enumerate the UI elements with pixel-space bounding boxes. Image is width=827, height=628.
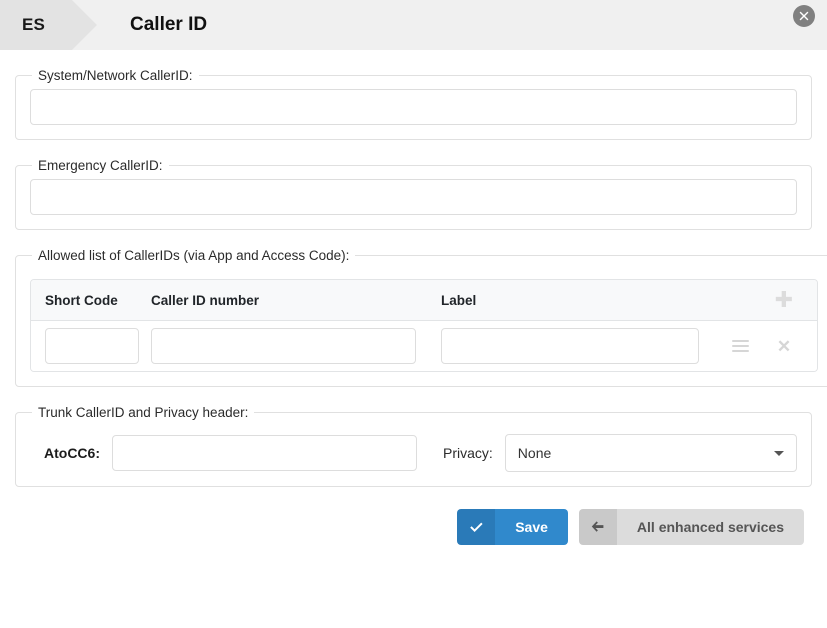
allowed-callerids-table: Short Code Caller ID number Label ✚ ✕ xyxy=(30,279,818,372)
all-enhanced-services-label: All enhanced services xyxy=(616,509,804,545)
cell-row-actions: ✕ xyxy=(699,337,809,355)
system-network-callerid-legend: System/Network CallerID: xyxy=(38,68,193,83)
save-button-label: Save xyxy=(495,509,568,545)
cell-label xyxy=(441,328,699,364)
page-content: System/Network CallerID: Emergency Calle… xyxy=(0,68,827,545)
column-header-actions: ✚ xyxy=(699,289,809,311)
cell-short-code xyxy=(31,328,151,364)
close-x-icon[interactable]: ✕ xyxy=(775,337,793,355)
table-header-row: Short Code Caller ID number Label ✚ xyxy=(31,280,817,321)
save-button[interactable]: Save xyxy=(457,509,568,545)
trunk-callerid-privacy-legend: Trunk CallerID and Privacy header: xyxy=(38,405,249,420)
trunk-callerid-privacy-group: Trunk CallerID and Privacy header: AtoCC… xyxy=(15,405,812,487)
label-input[interactable] xyxy=(441,328,699,364)
trunk-row: AtoCC6: Privacy: None xyxy=(30,434,797,472)
atocc6-label: AtoCC6: xyxy=(44,445,100,461)
all-enhanced-services-button[interactable]: All enhanced services xyxy=(578,509,804,545)
hamburger-drag-icon[interactable] xyxy=(731,337,749,355)
allowed-callerids-legend: Allowed list of CallerIDs (via App and A… xyxy=(38,248,350,263)
privacy-label: Privacy: xyxy=(443,445,493,461)
column-header-caller-id-number: Caller ID number xyxy=(151,292,260,308)
page-header: ES Caller ID xyxy=(0,0,827,50)
allowed-callerids-group: Allowed list of CallerIDs (via App and A… xyxy=(15,248,827,387)
close-button[interactable] xyxy=(793,5,815,27)
column-header-label: Label xyxy=(441,292,477,308)
hamburger-lines xyxy=(731,337,749,355)
check-icon xyxy=(457,509,496,545)
breadcrumb-chip-label: ES xyxy=(22,15,46,34)
cell-caller-id-number xyxy=(151,328,441,364)
arrow-left-icon xyxy=(578,509,617,545)
system-network-callerid-input[interactable] xyxy=(30,89,797,125)
emergency-callerid-group: Emergency CallerID: xyxy=(15,158,812,230)
atocc6-input[interactable] xyxy=(112,435,417,471)
close-icon xyxy=(799,11,809,21)
short-code-input[interactable] xyxy=(45,328,139,364)
breadcrumb-item-es[interactable]: ES xyxy=(0,0,97,50)
footer-actions: Save All enhanced services xyxy=(0,509,804,545)
privacy-select-value: None xyxy=(517,445,552,461)
system-network-callerid-group: System/Network CallerID: xyxy=(15,68,812,140)
caller-id-number-input[interactable] xyxy=(151,328,416,364)
emergency-callerid-input[interactable] xyxy=(30,179,797,215)
table-row: ✕ xyxy=(31,321,817,371)
column-header-short-code: Short Code xyxy=(45,292,118,308)
chevron-down-icon xyxy=(774,451,784,456)
plus-icon[interactable]: ✚ xyxy=(775,289,793,311)
privacy-select[interactable]: None xyxy=(504,434,797,472)
page-title: Caller ID xyxy=(130,14,208,35)
emergency-callerid-legend: Emergency CallerID: xyxy=(38,158,163,173)
